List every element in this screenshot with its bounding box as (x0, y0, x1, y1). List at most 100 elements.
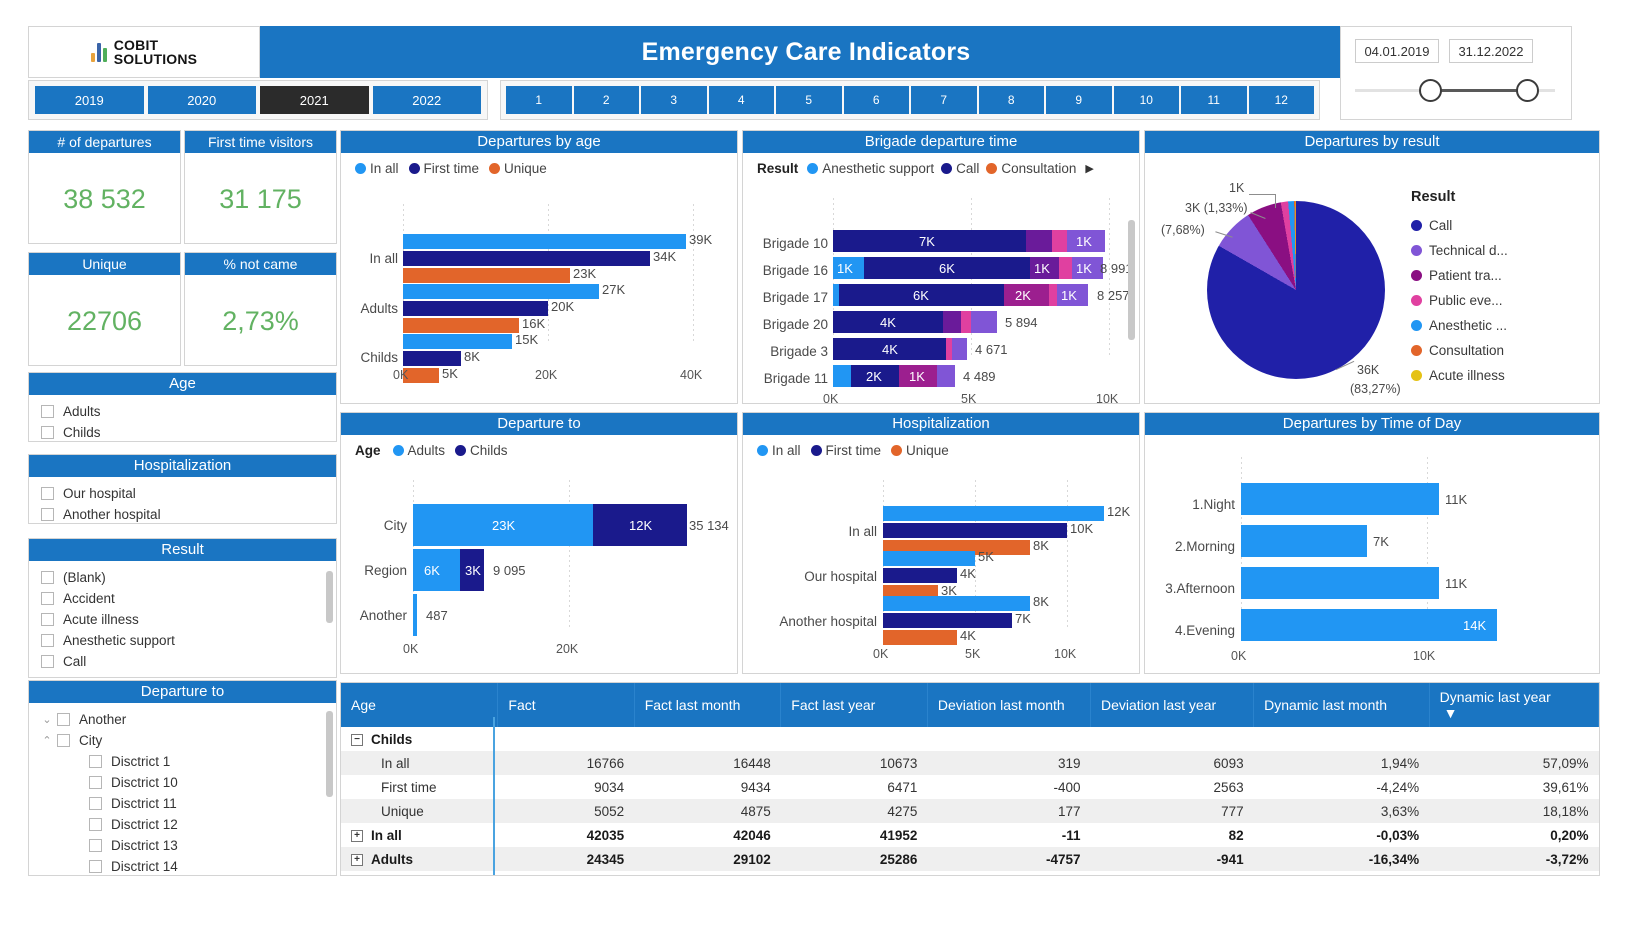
checkbox-icon[interactable] (57, 734, 70, 747)
legend-item-anesthetic-support[interactable]: Anesthetic support (807, 161, 934, 176)
legend-item-childs[interactable]: Childs (455, 443, 508, 458)
legend-item-technical[interactable]: Technical d... (1411, 238, 1508, 263)
segment-public-event[interactable] (1049, 284, 1057, 306)
month-slicer[interactable]: 1 2 3 4 5 6 7 8 9 10 11 12 (500, 80, 1320, 120)
filter-option-district-10[interactable]: Disctrict 10 (29, 772, 336, 793)
month-button-1[interactable]: 1 (506, 86, 572, 114)
row-label-cell[interactable]: + Adults (341, 847, 498, 871)
checkbox-icon[interactable] (57, 713, 70, 726)
checkbox-icon[interactable] (41, 592, 54, 605)
sort-descending-icon[interactable]: ▼ (1444, 705, 1458, 721)
checkbox-icon[interactable] (41, 613, 54, 626)
bar-first-time-our[interactable] (883, 568, 957, 583)
table-row[interactable]: + In all 42035 42046 41952 -11 82 -0,03% … (341, 823, 1599, 847)
expand-icon[interactable]: + (351, 853, 363, 866)
checkbox-icon[interactable] (41, 405, 54, 418)
filter-option-acute-illness[interactable]: Acute illness (29, 609, 336, 630)
checkbox-icon[interactable] (89, 839, 102, 852)
month-button-6[interactable]: 6 (843, 86, 909, 114)
month-button-8[interactable]: 8 (978, 86, 1044, 114)
slider-handle-end[interactable] (1516, 79, 1539, 102)
legend-item-patient-transport[interactable]: Patient tra... (1411, 263, 1508, 288)
bar-unique-in-all[interactable] (403, 268, 570, 283)
filter-option-district-1[interactable]: Disctrict 1 (29, 751, 336, 772)
segment-technical[interactable] (937, 365, 955, 387)
year-button-2019[interactable]: 2019 (35, 86, 144, 114)
bar-morning[interactable] (1241, 525, 1367, 557)
month-button-2[interactable]: 2 (573, 86, 639, 114)
legend-item-consultation[interactable]: Consultation (1411, 338, 1508, 363)
month-button-10[interactable]: 10 (1113, 86, 1179, 114)
legend-item-in-all[interactable]: In all (355, 161, 399, 176)
checkbox-icon[interactable] (41, 487, 54, 500)
column-header-dynamic-last-year[interactable]: Dynamic last year ▼ (1429, 683, 1599, 727)
chevron-up-icon[interactable]: ⌃ (41, 734, 53, 747)
segment-public-event[interactable] (1052, 230, 1067, 252)
pie-chart[interactable] (1207, 201, 1385, 379)
filter-option-another[interactable]: ⌄ Another (29, 709, 336, 730)
legend-item-first-time[interactable]: First time (408, 161, 479, 176)
bar-in-all-childs[interactable] (403, 334, 512, 349)
column-header-deviation-last-month[interactable]: Deviation last month (927, 683, 1091, 727)
bar-unique-another[interactable] (883, 630, 957, 645)
year-button-2022[interactable]: 2022 (372, 86, 481, 114)
column-header-fact[interactable]: Fact (497, 683, 635, 727)
result-filter-scrollbar[interactable] (326, 571, 333, 623)
segment-adults-another[interactable] (413, 594, 417, 636)
bar-unique-adults[interactable] (403, 318, 519, 333)
filter-option-call[interactable]: Call (29, 651, 336, 672)
month-button-9[interactable]: 9 (1046, 86, 1112, 114)
checkbox-icon[interactable] (89, 797, 102, 810)
date-range-slicer[interactable]: 04.01.2019 31.12.2022 (1340, 26, 1572, 120)
filter-option-district-11[interactable]: Disctrict 11 (29, 793, 336, 814)
legend-item-anesthetic[interactable]: Anesthetic ... (1411, 313, 1508, 338)
legend-next-arrow-icon[interactable]: ▶ (1085, 162, 1093, 175)
chevron-down-icon[interactable]: ⌄ (41, 713, 53, 726)
bar-first-time-adults[interactable] (403, 301, 548, 316)
checkbox-icon[interactable] (41, 571, 54, 584)
bar-in-all-our[interactable] (883, 551, 975, 566)
month-button-4[interactable]: 4 (708, 86, 774, 114)
checkbox-icon[interactable] (89, 755, 102, 768)
bar-first-time-childs[interactable] (403, 351, 461, 366)
bar-in-all-adults[interactable] (403, 284, 599, 299)
filter-option-anesthetic-support[interactable]: Anesthetic support (29, 630, 336, 651)
filter-option-district-14[interactable]: Disctrict 14 (29, 856, 336, 877)
month-button-5[interactable]: 5 (776, 86, 842, 114)
segment-patient-transport[interactable] (1026, 230, 1052, 252)
bar-in-all-in-all[interactable] (403, 234, 686, 249)
month-button-11[interactable]: 11 (1181, 86, 1247, 114)
filter-option-adults[interactable]: Adults (29, 401, 336, 422)
bar-afternoon[interactable] (1241, 567, 1439, 599)
year-button-2020[interactable]: 2020 (147, 86, 256, 114)
legend-item-adults[interactable]: Adults (392, 443, 445, 458)
table-row[interactable]: − Childs (341, 727, 1599, 751)
bar-first-time-total[interactable] (883, 523, 1067, 538)
date-from-input[interactable]: 04.01.2019 (1355, 39, 1439, 63)
column-resize-divider[interactable] (493, 717, 495, 875)
segment-public-event[interactable] (961, 311, 971, 333)
legend-item-public-event[interactable]: Public eve... (1411, 288, 1508, 313)
filter-option-district-13[interactable]: Disctrict 13 (29, 835, 336, 856)
bar-in-all-another[interactable] (883, 596, 1030, 611)
filter-option-childs[interactable]: Childs (29, 422, 336, 443)
segment-technical[interactable] (952, 338, 967, 360)
table-row[interactable]: In all 16766 16448 10673 319 6093 1,94% … (341, 751, 1599, 775)
table-row[interactable]: Unique 5052 4875 4275 177 777 3,63% 18,1… (341, 799, 1599, 823)
row-label-cell[interactable]: − Childs (341, 727, 498, 751)
filter-option-our-hospital[interactable]: Our hospital (29, 483, 336, 504)
filter-option-district-12[interactable]: Disctrict 12 (29, 814, 336, 835)
legend-item-in-all[interactable]: In all (757, 443, 801, 458)
year-button-2021[interactable]: 2021 (260, 86, 369, 114)
legend-item-unique[interactable]: Unique (489, 161, 547, 176)
brigade-chart-scrollbar[interactable] (1128, 220, 1135, 340)
expand-icon[interactable]: + (351, 829, 363, 842)
filter-option-another-hospital[interactable]: Another hospital (29, 504, 336, 525)
column-header-fact-last-year[interactable]: Fact last year (780, 683, 928, 727)
slider-handle-start[interactable] (1419, 79, 1442, 102)
checkbox-icon[interactable] (89, 818, 102, 831)
legend-item-unique[interactable]: Unique (891, 443, 949, 458)
departure-filter-scrollbar[interactable] (326, 711, 333, 797)
segment-public-event[interactable] (1059, 257, 1072, 279)
collapse-icon[interactable]: − (351, 733, 363, 746)
